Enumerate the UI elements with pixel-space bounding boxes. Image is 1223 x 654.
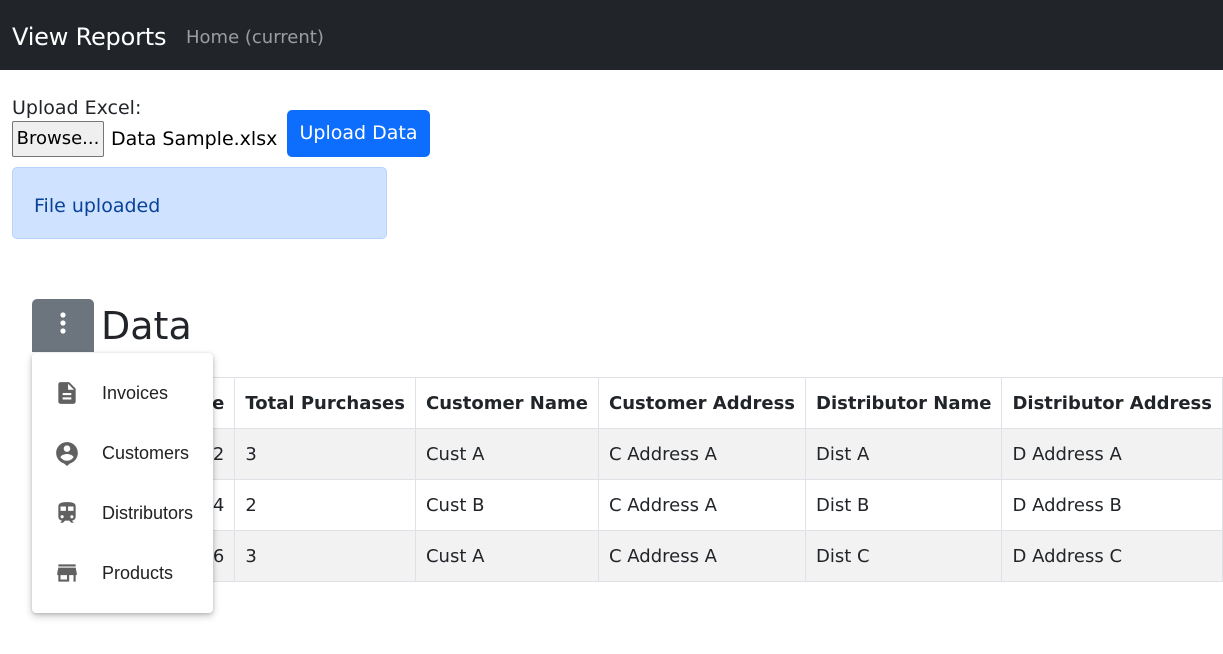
account-circle-icon (56, 442, 78, 466)
menu-item-invoices[interactable]: Invoices (32, 363, 213, 423)
table-cell: C Address A (597, 530, 807, 582)
table-cell: D Address C (1001, 530, 1223, 582)
column-header[interactable]: Total Purchases (234, 377, 416, 429)
store-icon (57, 564, 77, 582)
table-cell: 2 (234, 479, 416, 531)
column-header[interactable]: Customer Name (414, 377, 599, 429)
upload-label: Upload Excel: (12, 97, 142, 119)
selected-file-name: Data Sample.xlsx (111, 128, 278, 150)
table-cell: C Address A (597, 479, 807, 531)
column-header[interactable]: Customer Address (597, 377, 807, 429)
table-cell: Dist B (805, 479, 1003, 531)
column-header[interactable]: Distributor Name (805, 377, 1003, 429)
navbar: View Reports Home (current) (0, 0, 1223, 70)
nav-link-home[interactable]: Home (current) (186, 26, 324, 50)
table-cell: D Address B (1001, 479, 1223, 531)
more-vertical-icon (60, 312, 66, 334)
dropdown-menu: Invoices Customers Distributors Products (32, 353, 213, 613)
document-icon (58, 382, 76, 404)
upload-data-button[interactable]: Upload Data (287, 110, 430, 157)
column-header[interactable]: Distributor Address (1001, 377, 1223, 429)
brand-title[interactable]: View Reports (12, 21, 166, 53)
table-cell: Dist C (805, 530, 1003, 582)
upload-alert: File uploaded (12, 167, 387, 239)
train-icon (58, 502, 76, 523)
menu-item-label: Invoices (102, 383, 169, 403)
menu-item-label: Products (102, 563, 174, 583)
data-table: ase Date Total Purchases Customer Name C… (109, 377, 1223, 582)
table-cell: Dist A (805, 428, 1003, 480)
table-cell: 3 (234, 428, 416, 480)
table-cell: Cust A (414, 428, 599, 480)
table-cell: D Address A (1001, 428, 1223, 480)
menu-item-label: Distributors (102, 503, 194, 523)
table-row: 0-24 2 Cust B C Address A Dist B D Addre… (109, 479, 1223, 531)
table-row: 0-26 3 Cust A C Address A Dist C D Addre… (109, 530, 1223, 582)
table-row: 0-22 3 Cust A C Address A Dist A D Addre… (109, 428, 1223, 480)
section-title: Data (101, 304, 192, 348)
menu-item-distributors[interactable]: Distributors (32, 483, 213, 543)
menu-item-products[interactable]: Products (32, 543, 213, 603)
table-cell: Cust B (414, 479, 599, 531)
table-cell: C Address A (597, 428, 807, 480)
menu-toggle-button[interactable] (32, 299, 94, 352)
alert-message: File uploaded (34, 195, 161, 217)
table-cell: Cust A (414, 530, 599, 582)
menu-item-customers[interactable]: Customers (32, 423, 213, 483)
browse-button[interactable]: Browse... (12, 121, 104, 157)
table-cell: 3 (234, 530, 416, 582)
table-header-row: ase Date Total Purchases Customer Name C… (109, 377, 1223, 429)
menu-item-label: Customers (102, 443, 190, 463)
